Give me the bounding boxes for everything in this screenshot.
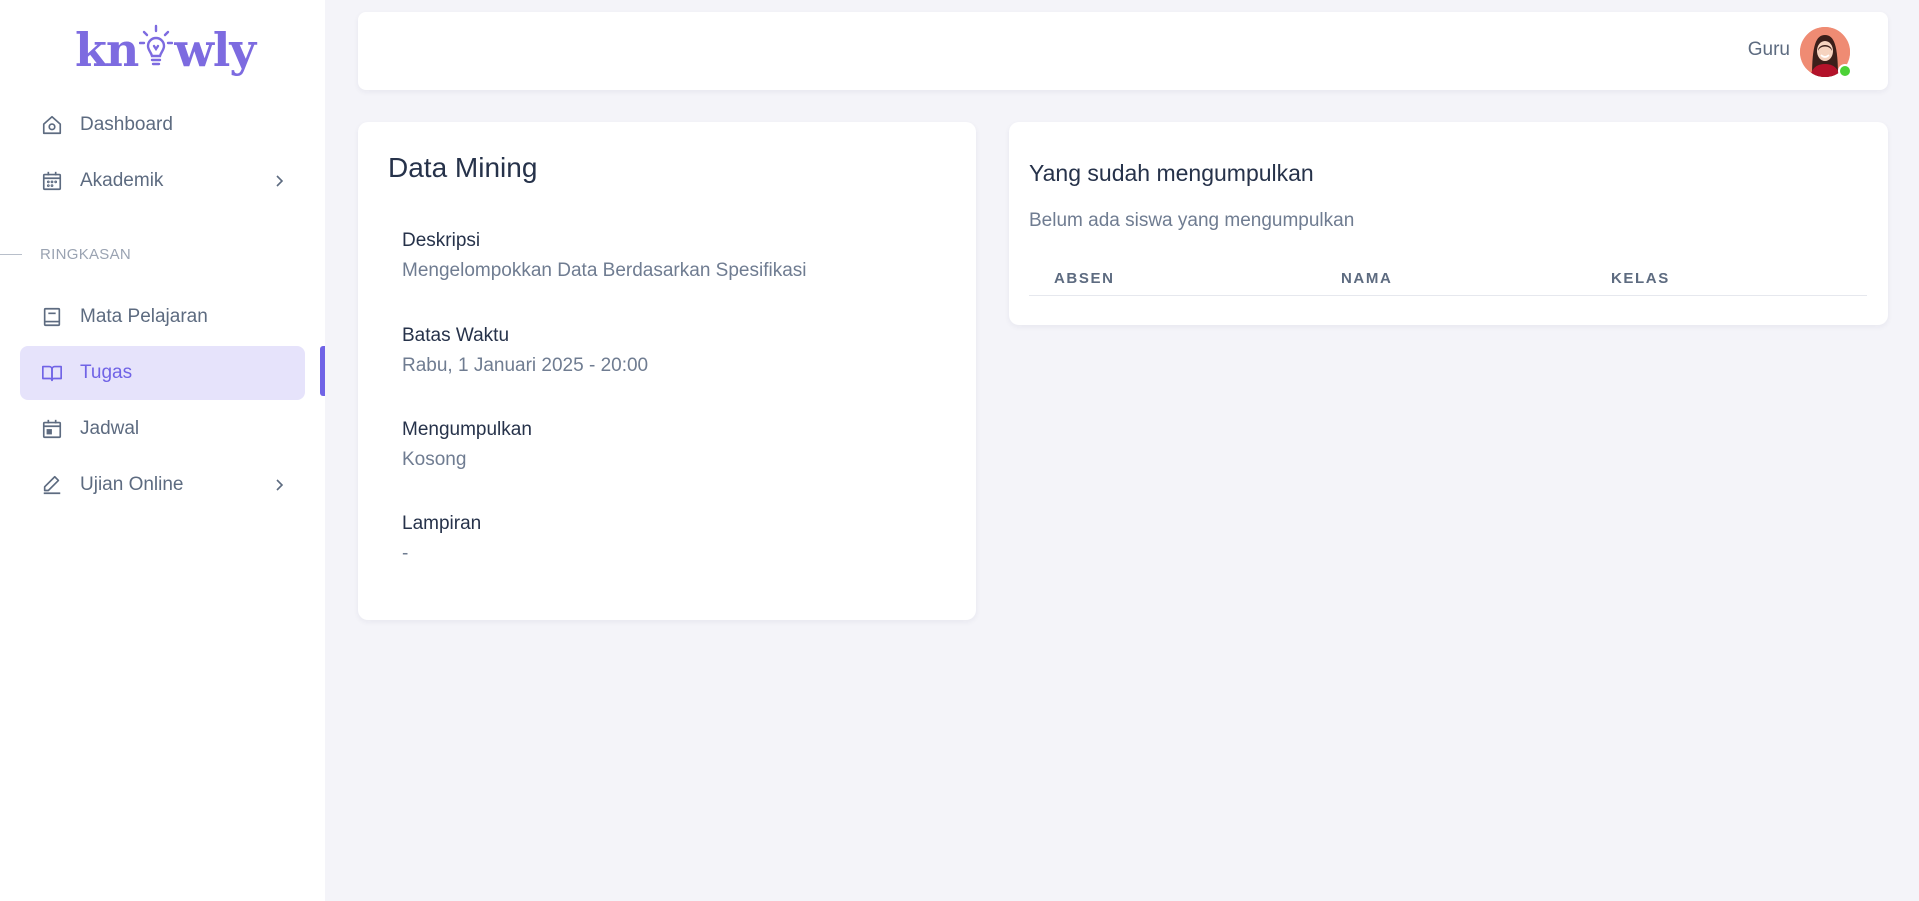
field-label: Mengumpulkan bbox=[402, 419, 532, 440]
active-indicator bbox=[320, 346, 325, 396]
assignment-title: Data Mining bbox=[388, 152, 538, 183]
column-header-kelas[interactable]: KELAS bbox=[1611, 270, 1670, 287]
submissions-table-header: ABSEN NAMA KELAS bbox=[1029, 262, 1867, 296]
calendar-icon bbox=[40, 169, 64, 193]
open-book-icon bbox=[40, 361, 64, 385]
section-label-text: RINGKASAN bbox=[40, 245, 132, 263]
submissions-title: Yang sudah mengumpulkan bbox=[1029, 160, 1314, 186]
column-header-absen[interactable]: ABSEN bbox=[1054, 270, 1115, 287]
lightbulb-icon bbox=[139, 24, 174, 76]
assignment-detail-card: Data Mining Deskripsi Mengelompokkan Dat… bbox=[358, 122, 976, 620]
calendar-day-icon bbox=[40, 417, 64, 441]
sidebar-item-dashboard[interactable]: Dashboard bbox=[20, 98, 305, 152]
field-value: Kosong bbox=[402, 449, 467, 470]
field-value: Mengelompokkan Data Berdasarkan Spesifik… bbox=[402, 260, 807, 281]
user-role-label[interactable]: Guru bbox=[1748, 39, 1790, 61]
book-icon bbox=[40, 305, 64, 329]
chevron-right-icon bbox=[269, 171, 289, 191]
home-icon bbox=[40, 113, 64, 137]
logo-text-right: wly bbox=[174, 23, 256, 77]
field-deskripsi: Deskripsi Mengelompokkan Data Berdasarka… bbox=[402, 230, 807, 282]
sidebar-item-jadwal[interactable]: Jadwal bbox=[20, 402, 305, 456]
chevron-right-icon bbox=[269, 475, 289, 495]
sidebar-item-label: Mata Pelajaran bbox=[80, 306, 208, 327]
section-divider bbox=[0, 253, 22, 255]
sidebar-item-mata-pelajaran[interactable]: Mata Pelajaran bbox=[20, 290, 305, 344]
column-header-nama[interactable]: NAMA bbox=[1341, 270, 1392, 287]
submissions-card: Yang sudah mengumpulkan Belum ada siswa … bbox=[1009, 122, 1888, 325]
sidebar-item-label: Jadwal bbox=[80, 418, 140, 439]
sidebar-item-label: Ujian Online bbox=[80, 474, 184, 495]
field-label: Deskripsi bbox=[402, 230, 481, 251]
sidebar-item-akademik[interactable]: Akademik bbox=[20, 154, 305, 208]
field-lampiran: Lampiran - bbox=[402, 513, 481, 565]
field-value: Rabu, 1 Januari 2025 - 20:00 bbox=[402, 355, 649, 376]
sidebar-item-label: Tugas bbox=[80, 362, 133, 383]
submissions-empty-text: Belum ada siswa yang mengumpulkan bbox=[1029, 210, 1355, 231]
pencil-icon bbox=[40, 473, 64, 497]
knowly-logo[interactable]: kn wly bbox=[75, 22, 256, 78]
sidebar: kn wly Dashboard Akademik RINGKASAN Mata… bbox=[0, 0, 325, 901]
field-mengumpulkan: Mengumpulkan Kosong bbox=[402, 419, 532, 471]
sidebar-item-tugas[interactable]: Tugas bbox=[20, 346, 305, 400]
field-label: Lampiran bbox=[402, 513, 482, 534]
section-label-ringkasan: RINGKASAN bbox=[0, 243, 325, 265]
top-bar: Guru bbox=[358, 12, 1888, 90]
field-label: Batas Waktu bbox=[402, 325, 510, 346]
field-value[interactable]: - bbox=[402, 543, 481, 565]
sidebar-item-ujian-online[interactable]: Ujian Online bbox=[20, 458, 305, 512]
sidebar-item-label: Akademik bbox=[80, 170, 164, 191]
online-status-dot bbox=[1838, 64, 1852, 78]
sidebar-item-label: Dashboard bbox=[80, 114, 173, 135]
logo-text-left: kn bbox=[75, 23, 139, 77]
field-batas-waktu: Batas Waktu Rabu, 1 Januari 2025 - 20:00 bbox=[402, 325, 648, 377]
